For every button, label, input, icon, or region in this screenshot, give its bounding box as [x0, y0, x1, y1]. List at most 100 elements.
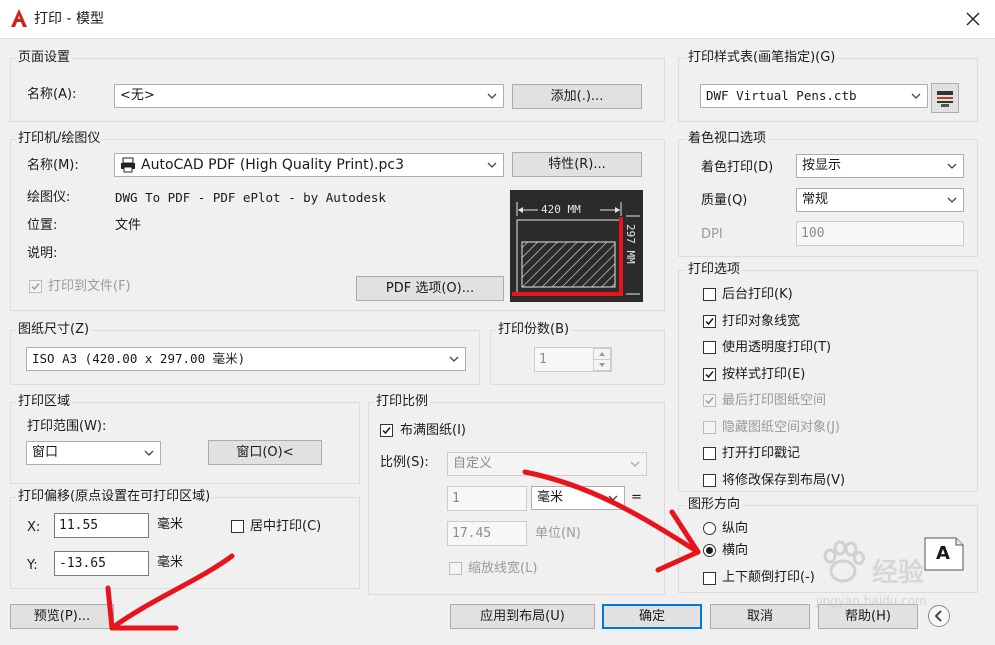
plot-option-label: 按样式打印(E) — [722, 367, 806, 382]
shade-plot-value: 按显示 — [802, 158, 842, 173]
print-to-file-checkbox[interactable] — [29, 280, 42, 293]
quality-label: 质量(Q) — [701, 193, 748, 208]
landscape-label: 横向 — [722, 543, 749, 558]
printer-properties-button[interactable]: 特性(R)... — [512, 152, 642, 177]
scale-select[interactable]: 自定义 — [447, 452, 647, 476]
scale-label: 比例(S): — [380, 455, 429, 470]
plot-option-label: 隐藏图纸空间对象(J) — [722, 420, 840, 435]
shade-plot-label: 着色打印(D) — [701, 160, 774, 175]
plot-option-checkbox[interactable] — [703, 341, 716, 354]
paper-size-value: ISO A3 (420.00 x 297.00 毫米) — [32, 351, 246, 366]
plotter-value: DWG To PDF - PDF ePlot - by Autodesk — [115, 190, 386, 205]
chevron-down-icon — [608, 495, 618, 501]
plot-option-checkbox[interactable] — [703, 288, 716, 301]
baidu-jingyan-watermark: 经验 jingyan.baidu.com — [816, 538, 938, 630]
apply-to-layout-button[interactable]: 应用到布局(U) — [450, 604, 595, 629]
upside-down-checkbox[interactable] — [703, 572, 716, 585]
edit-style-table-icon — [937, 91, 953, 107]
scale-unit-value: 毫米 — [537, 490, 564, 505]
scale-value1-input[interactable]: 1 — [447, 486, 527, 511]
annotation-arrowhead-preview — [105, 585, 179, 631]
chevron-down-icon — [487, 93, 497, 99]
scale-equals: = — [631, 490, 642, 505]
watermark-brand: 经验 — [872, 558, 925, 588]
preview-height-text: 297 MM — [624, 224, 637, 264]
dpi-input[interactable]: 100 — [796, 221, 964, 246]
scale-unit-select[interactable]: 毫米 — [531, 486, 625, 510]
plot-option-label: 使用透明度打印(T) — [722, 340, 832, 355]
printer-name-value: AutoCAD PDF (High Quality Print).pc3 — [141, 157, 404, 173]
title-bar: 打印 - 模型 — [0, 0, 995, 39]
ok-button[interactable]: 确定 — [602, 604, 702, 629]
add-page-setup-button[interactable]: 添加(.)... — [512, 84, 642, 109]
quality-select[interactable]: 常规 — [796, 188, 964, 212]
portrait-label: 纵向 — [722, 521, 749, 536]
shade-plot-select[interactable]: 按显示 — [796, 154, 964, 178]
chevron-down-icon — [630, 461, 640, 467]
window-title: 打印 - 模型 — [34, 11, 104, 27]
style-table-select[interactable]: DWF Virtual Pens.ctb — [700, 84, 928, 108]
plot-option-checkbox[interactable] — [703, 315, 716, 328]
plot-range-label: 打印范围(W): — [27, 419, 107, 434]
page-setup-name-select[interactable]: <无> — [114, 84, 504, 108]
scale-unit2-label: 单位(N) — [535, 526, 581, 541]
scale-value: 自定义 — [453, 456, 493, 471]
chevron-down-icon — [947, 163, 957, 169]
paw-logo-icon — [823, 540, 865, 583]
plot-scale-group-label: 打印比例 — [374, 394, 431, 410]
location-value: 文件 — [115, 218, 142, 233]
plot-range-select[interactable]: 窗口 — [26, 441, 161, 465]
chevron-down-icon — [487, 162, 497, 168]
quality-value: 常规 — [802, 192, 829, 207]
plot-area-group-label: 打印区域 — [16, 394, 73, 410]
offset-x-label: X: — [27, 520, 41, 535]
plot-range-value: 窗口 — [32, 445, 59, 460]
paper-size-group-label: 图纸尺寸(Z) — [16, 322, 92, 338]
style-table-edit-button[interactable] — [931, 83, 959, 113]
page-setup-name-value: <无> — [120, 88, 155, 103]
preview-button[interactable]: 预览(P)... — [10, 604, 114, 629]
center-plot-checkbox[interactable] — [231, 520, 244, 533]
offset-x-input[interactable]: 11.55 — [54, 513, 149, 538]
plot-option-label: 打开打印戳记 — [722, 446, 801, 461]
center-plot-label: 居中打印(C) — [250, 519, 322, 534]
preview-width-text: 420 MM — [541, 203, 581, 216]
chevron-down-icon — [449, 356, 459, 362]
printer-group-label: 打印机/绘图仪 — [16, 131, 103, 147]
plot-window-button[interactable]: 窗口(O)< — [208, 440, 322, 465]
fit-to-paper-label: 布满图纸(I) — [400, 423, 466, 438]
plot-option-checkbox[interactable] — [703, 447, 716, 460]
plot-option-checkbox[interactable] — [703, 394, 716, 407]
scale-lineweights-checkbox[interactable] — [449, 562, 462, 575]
printer-icon — [120, 157, 136, 173]
plot-option-label: 打印对象线宽 — [722, 314, 801, 329]
offset-x-unit: 毫米 — [157, 517, 184, 532]
print-to-file-label: 打印到文件(F) — [48, 279, 131, 294]
plot-option-label: 最后打印图纸空间 — [722, 393, 827, 408]
close-icon[interactable] — [960, 6, 986, 32]
portrait-radio[interactable] — [703, 522, 716, 535]
paper-size-select[interactable]: ISO A3 (420.00 x 297.00 毫米) — [26, 347, 466, 371]
offset-y-unit: 毫米 — [157, 555, 184, 570]
scale-lineweights-label: 缩放线宽(L) — [468, 561, 538, 576]
orientation-icon-letter: A — [936, 543, 950, 564]
dpi-label: DPI — [701, 227, 723, 242]
shaded-viewport-group-label: 着色视口选项 — [686, 131, 769, 147]
scale-value2-input[interactable]: 17.45 — [447, 521, 527, 546]
plot-option-checkbox[interactable] — [703, 474, 716, 487]
page-setup-name-label: 名称(A): — [27, 87, 77, 102]
offset-y-input[interactable]: -13.65 — [54, 551, 149, 576]
plot-option-label: 后台打印(K) — [722, 287, 793, 302]
printer-name-select[interactable]: AutoCAD PDF (High Quality Print).pc3 — [114, 153, 504, 177]
plot-option-checkbox[interactable] — [703, 421, 716, 434]
printer-name-label: 名称(M): — [27, 158, 79, 173]
plot-option-label: 将修改保存到布局(V) — [722, 473, 846, 488]
plot-option-checkbox[interactable] — [703, 368, 716, 381]
landscape-radio[interactable] — [703, 544, 716, 557]
fit-to-paper-checkbox[interactable] — [380, 424, 393, 437]
copies-spinner[interactable] — [593, 348, 611, 371]
cancel-button[interactable]: 取消 — [710, 604, 810, 629]
orientation-group-label: 图形方向 — [686, 497, 743, 513]
plotter-label: 绘图仪: — [27, 190, 71, 205]
pdf-options-button[interactable]: PDF 选项(O)... — [356, 276, 504, 301]
